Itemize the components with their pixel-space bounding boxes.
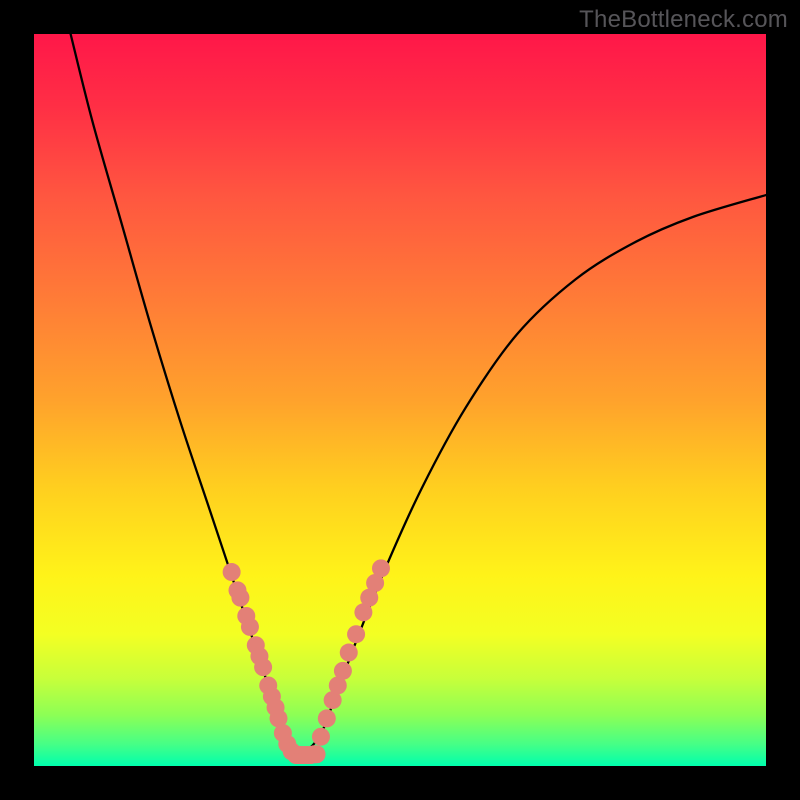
marker-dot: [312, 728, 330, 746]
chart-frame: TheBottleneck.com: [0, 0, 800, 800]
plot-area: [34, 34, 766, 766]
marker-dot: [308, 745, 326, 763]
marker-dot: [318, 709, 336, 727]
marker-dot: [241, 618, 259, 636]
marker-dot: [254, 658, 272, 676]
curve-path: [71, 34, 766, 757]
marker-dot: [372, 559, 390, 577]
marker-dot: [347, 625, 365, 643]
marker-dot: [340, 644, 358, 662]
marker-dot: [334, 662, 352, 680]
watermark-text: TheBottleneck.com: [579, 6, 788, 34]
marker-layer: [223, 559, 390, 764]
marker-dot: [223, 563, 241, 581]
chart-svg: [34, 34, 766, 766]
marker-dot: [231, 589, 249, 607]
